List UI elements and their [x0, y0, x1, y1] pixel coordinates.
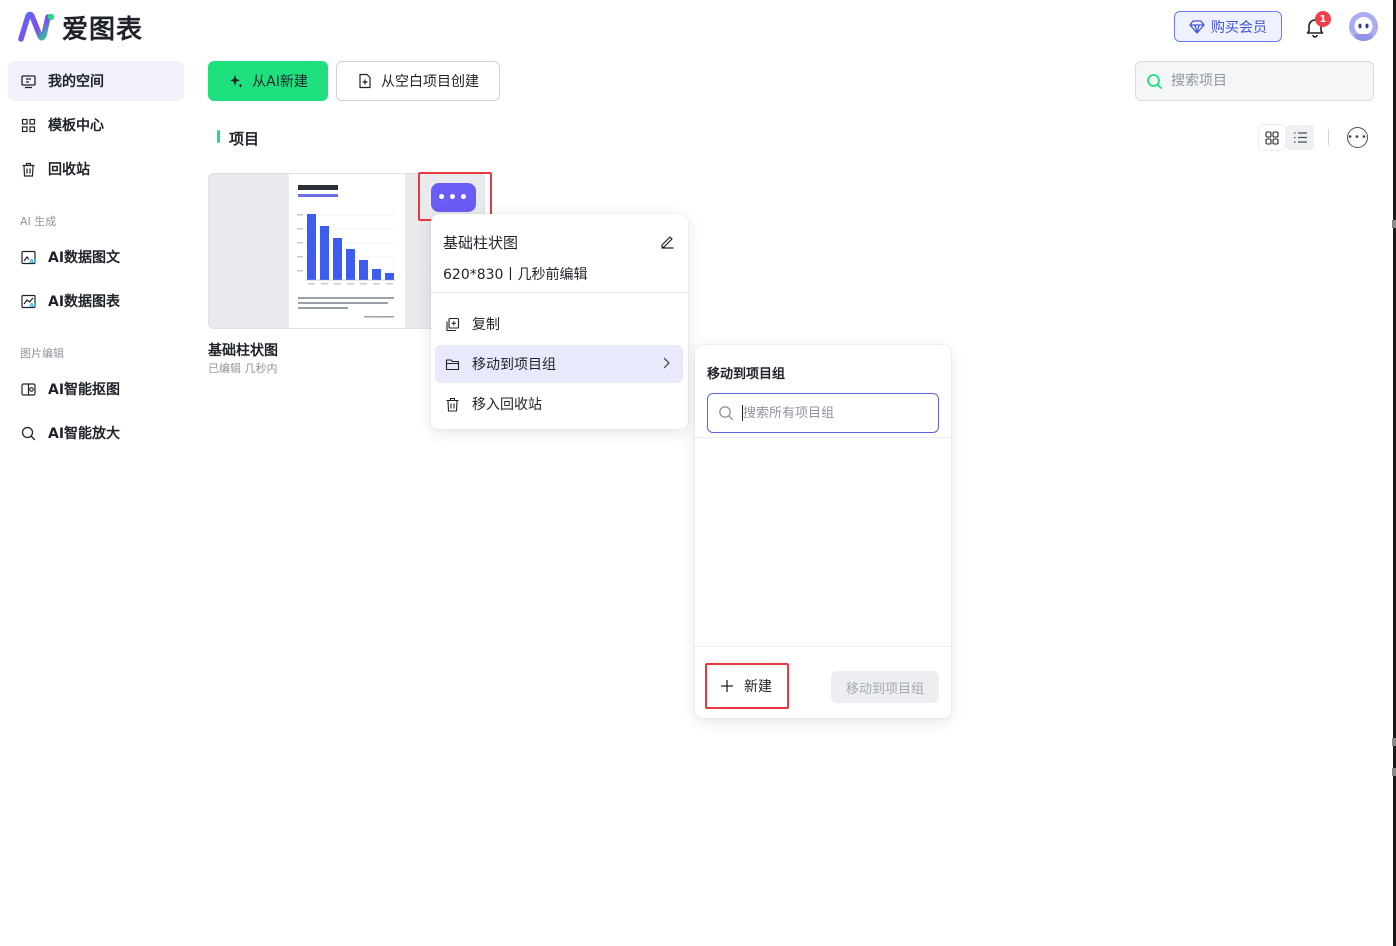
- avatar[interactable]: [1349, 12, 1378, 41]
- group-search-input[interactable]: [743, 405, 933, 421]
- svg-text:AI: AI: [30, 303, 36, 309]
- trash-icon: [446, 397, 459, 412]
- search-icon: [1147, 73, 1162, 89]
- svg-text:AI: AI: [30, 259, 36, 265]
- project-search-box[interactable]: [1135, 61, 1374, 101]
- more-options-icon[interactable]: •••: [1347, 127, 1368, 148]
- app-logo[interactable]: 爱图表: [18, 10, 144, 45]
- move-to-group-button[interactable]: 移动到项目组: [831, 671, 939, 703]
- folder-icon: [445, 358, 460, 370]
- logo-text: 爱图表: [62, 14, 144, 45]
- window-edge-mark: [1392, 220, 1396, 228]
- panel-title: 移动到项目组: [707, 367, 786, 382]
- add-file-icon: [359, 73, 371, 89]
- project-meta: 已编辑 几秒内: [208, 362, 278, 375]
- sidebar-item-ai-chart[interactable]: AI AI数据图表: [8, 281, 184, 321]
- sidebar-item-label: AI智能放大: [48, 426, 121, 442]
- buy-vip-button[interactable]: 购买会员: [1174, 11, 1282, 42]
- menu-item-recycle[interactable]: 移入回收站: [435, 385, 683, 423]
- section-accent-bar: [217, 130, 220, 143]
- window-edge-mark: [1392, 768, 1396, 776]
- list-view-icon: [1293, 132, 1307, 143]
- ai-image-text-icon: AI: [21, 250, 36, 265]
- panel-divider: [695, 437, 951, 438]
- new-from-ai-label: 从AI新建: [252, 74, 308, 90]
- project-context-menu: 基础柱状图 620*830丨几秒前编辑 复制 移动到项目组 移入回收站: [431, 214, 688, 429]
- new-from-ai-button[interactable]: 从AI新建: [208, 61, 328, 101]
- cutout-icon: [21, 382, 36, 397]
- sidebar-item-templates[interactable]: 模板中心: [8, 105, 184, 145]
- project-search-input[interactable]: [1171, 73, 1361, 89]
- trash-icon: [21, 162, 36, 177]
- sidebar-item-ai-image-text[interactable]: AI AI数据图文: [8, 237, 184, 277]
- sidebar-item-label: 回收站: [48, 162, 90, 178]
- new-blank-project-button[interactable]: 从空白项目创建: [336, 61, 500, 101]
- highlight-box: [705, 663, 789, 709]
- toolbar-divider: [1328, 129, 1329, 145]
- menu-item-move-to-group[interactable]: 移动到项目组: [435, 345, 683, 383]
- sidebar-item-recycle-bin[interactable]: 回收站: [8, 149, 184, 189]
- sidebar-item-ai-upscale[interactable]: AI智能放大: [8, 413, 184, 453]
- new-blank-project-label: 从空白项目创建: [381, 74, 479, 90]
- menu-item-label: 移入回收站: [472, 397, 542, 413]
- sidebar-item-label: AI数据图表: [48, 294, 121, 310]
- logo-icon: [18, 11, 55, 42]
- grid-view-icon: [1265, 130, 1279, 145]
- sidebar-item-label: AI数据图文: [48, 250, 121, 266]
- sidebar-item-label: 模板中心: [48, 118, 104, 134]
- group-search-box[interactable]: [707, 393, 939, 433]
- grid-view-toggle[interactable]: [1259, 125, 1285, 150]
- chevron-right-icon: [663, 357, 670, 369]
- grid-icon: [21, 118, 36, 133]
- buy-vip-label: 购买会员: [1211, 19, 1267, 36]
- menu-item-label: 移动到项目组: [472, 357, 556, 373]
- menu-project-info: 620*830丨几秒前编辑: [443, 267, 588, 283]
- sidebar-group-edit: 图片编辑: [20, 347, 64, 360]
- menu-item-copy[interactable]: 复制: [435, 305, 683, 343]
- menu-item-label: 复制: [472, 317, 500, 333]
- avatar-icon: [1349, 12, 1378, 41]
- sidebar-item-my-space[interactable]: 我的空间: [8, 61, 184, 101]
- copy-icon: [446, 317, 460, 331]
- project-name[interactable]: 基础柱状图: [208, 340, 278, 360]
- menu-project-title: 基础柱状图: [443, 234, 519, 252]
- zoom-icon: [21, 426, 36, 441]
- sidebar-group-ai: AI 生成: [20, 215, 57, 228]
- sidebar-item-label: AI智能抠图: [48, 382, 121, 398]
- edit-icon[interactable]: [660, 234, 675, 249]
- search-icon: [719, 406, 734, 421]
- section-title: 项目: [229, 130, 260, 148]
- panel-divider: [695, 646, 951, 647]
- monitor-icon: [21, 74, 36, 89]
- chart-preview: [289, 174, 405, 328]
- bar-chart-preview-image: [297, 185, 395, 318]
- sidebar-item-ai-cutout[interactable]: AI智能抠图: [8, 369, 184, 409]
- sidebar-item-label: 我的空间: [48, 74, 104, 90]
- menu-divider: [431, 292, 688, 293]
- diamond-icon: [1189, 19, 1205, 34]
- sparkle-icon: [230, 75, 243, 88]
- window-edge-mark: [1392, 738, 1396, 746]
- notification-badge: 1: [1315, 11, 1331, 27]
- ai-chart-icon: AI: [21, 294, 36, 309]
- list-view-toggle[interactable]: [1286, 125, 1314, 150]
